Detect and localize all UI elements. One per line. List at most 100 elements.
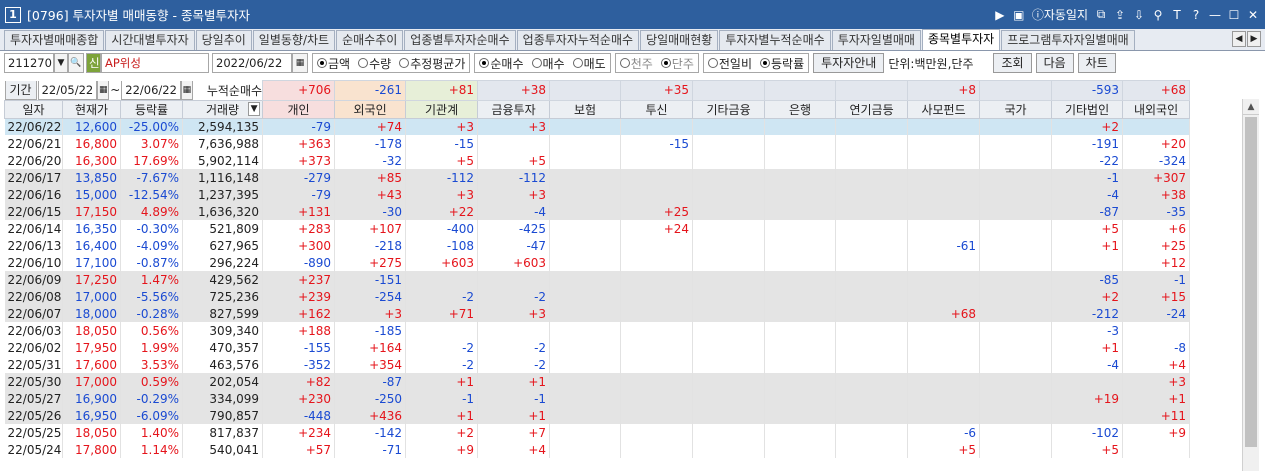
investor-info-button[interactable]: 투자자안내 [813, 53, 885, 73]
table-row[interactable]: 22/06/09 17,250 1.47% 429,562 +237 -151 -85 -1 [4, 271, 1191, 288]
table-row[interactable]: 22/05/26 16,950 -6.09% 790,857 -448 +436 +1 +1 +… [4, 407, 1191, 424]
table-row[interactable]: 22/06/14 16,350 -0.30% 521,809 +283 +107 -400-… [4, 220, 1191, 237]
period-from-input[interactable]: 22/05/22 [37, 80, 98, 100]
column-header-투신[interactable]: 투신 [620, 99, 694, 119]
tab-8[interactable]: 당일매매현황 [640, 30, 719, 50]
compare-group-option-2[interactable]: 등락률 [760, 55, 804, 72]
tab-11[interactable]: 종목별투자자 [921, 29, 1001, 50]
cell-현재가: 13,850 [62, 169, 121, 186]
table-row[interactable]: 22/05/27 16,900 -0.29% 334,099 +230 -250 -1 -1 +… [4, 390, 1191, 407]
column-header-개인[interactable]: 개인 [262, 99, 336, 119]
tab-12[interactable]: 프로그램투자자일별매매 [1001, 30, 1135, 50]
unit-group-option-2[interactable]: 수량 [358, 55, 391, 72]
table-row[interactable]: 22/05/30 17,000 0.59% 202,054 +82 -87 +1 +1 +3 [4, 373, 1191, 390]
next-button[interactable]: 다음 [1035, 53, 1074, 73]
vertical-scrollbar[interactable]: ▲ [1242, 99, 1259, 471]
column-header-국가[interactable]: 국가 [979, 99, 1053, 119]
cell-금융투자: +3 [477, 305, 551, 322]
cumulative-cell-은행 [764, 80, 837, 101]
link-icon[interactable]: ⧉ [1095, 7, 1107, 22]
upload-icon[interactable]: ⇪ [1114, 8, 1126, 22]
table-row[interactable]: 22/06/07 18,000 -0.28% 827,599 +162 +3 +71 +3 +6… [4, 305, 1191, 322]
calendar-from-icon[interactable]: ▦ [97, 80, 110, 100]
maximize-icon[interactable]: ☐ [1228, 8, 1240, 22]
download-icon[interactable]: ⇩ [1133, 8, 1145, 22]
table-row[interactable]: 22/06/16 15,000 -12.54% 1,237,395 -79 +43 +3 +3… [4, 186, 1191, 203]
cell-거래량: 463,576 [182, 356, 264, 373]
trade-group-option-3[interactable]: 매도 [572, 55, 606, 72]
stock-code-input[interactable]: 211270 [4, 53, 54, 73]
column-header-기타법인[interactable]: 기타법인 [1051, 99, 1124, 119]
column-header-거래량[interactable]: 거래량 ▼ [181, 99, 264, 119]
column-header-내외국인[interactable]: 내외국인 [1122, 99, 1191, 119]
auto-log-button[interactable]: ⓘ자동일지 [1032, 6, 1088, 23]
column-header-금융투자[interactable]: 금융투자 [477, 99, 551, 119]
unit-radio-group: 금액 수량 추정평균가 [312, 53, 471, 73]
column-header-일자[interactable]: 일자 [4, 99, 63, 119]
share-group-option-1[interactable]: 천주 [619, 55, 653, 72]
tab-next-icon[interactable]: ▶ [1247, 31, 1261, 47]
share-group-option-2[interactable]: 단주 [660, 55, 694, 72]
tab-5[interactable]: 순매수추이 [336, 30, 404, 50]
tab-10[interactable]: 투자자일별매매 [831, 30, 921, 50]
scroll-up-icon[interactable]: ▲ [1243, 99, 1259, 115]
date-input[interactable]: 2022/06/22 [212, 53, 292, 73]
compare-group-option-1[interactable]: 전일비 [707, 55, 752, 72]
calendar-icon[interactable]: ▦ [292, 53, 308, 73]
query-button[interactable]: 조회 [993, 53, 1032, 73]
font-icon[interactable]: T [1171, 8, 1183, 22]
tab-7[interactable]: 업종투자자누적순매수 [516, 30, 640, 50]
search-icon[interactable]: 🔍 [68, 53, 84, 73]
table-row[interactable]: 22/06/20 16,300 17.69% 5,902,114 +373 -32 +5 +5… [4, 152, 1191, 169]
column-header-보험[interactable]: 보험 [549, 99, 622, 119]
unit-group-option-1[interactable]: 금액 [317, 55, 350, 72]
memo-icon[interactable]: ▣ [1013, 8, 1025, 22]
column-header-기타금융[interactable]: 기타금융 [692, 99, 766, 119]
table-row[interactable]: 22/06/08 17,000 -5.56% 725,236 +239 -254 -2 -2 +… [4, 288, 1191, 305]
tab-9[interactable]: 투자자별누적순매수 [719, 30, 831, 50]
unit-group-option-3[interactable]: 추정평균가 [399, 55, 465, 72]
table-row[interactable]: 22/06/17 13,850 -7.67% 1,116,148 -279 +85 -112… [4, 169, 1191, 186]
sort-icon[interactable]: ▼ [248, 101, 261, 116]
table-row[interactable]: 22/06/02 17,950 1.99% 470,357 -155 +164 -2 -2 +1… [4, 339, 1191, 356]
minimize-icon[interactable]: — [1209, 8, 1221, 22]
column-header-현재가[interactable]: 현재가 [62, 99, 121, 119]
trade-group-option-2[interactable]: 매수 [531, 55, 565, 72]
tab-3[interactable]: 당일추이 [195, 30, 252, 50]
calendar-to-icon[interactable]: ▦ [180, 80, 193, 100]
column-header-등락률[interactable]: 등락률 [120, 99, 183, 119]
play-icon[interactable]: ▶ [994, 8, 1006, 22]
trade-group-option-1[interactable]: 순매수 [479, 55, 524, 72]
table-row[interactable]: 22/05/31 17,600 3.53% 463,576 -352 +354 -2 -2 -4… [4, 356, 1191, 373]
tab-2[interactable]: 시간대별투자자 [105, 30, 195, 50]
tab-4[interactable]: 일별동향/차트 [252, 30, 336, 50]
chevron-down-icon[interactable]: ▼ [54, 53, 68, 73]
cell-기타금융 [692, 271, 766, 288]
table-row[interactable]: 22/06/22 12,600 -25.00% 2,594,135 -79 +74 +3 +3… [4, 118, 1191, 135]
pin-icon[interactable]: ⚲ [1152, 8, 1164, 22]
chart-button[interactable]: 차트 [1077, 53, 1116, 73]
cell-투신 [620, 373, 694, 390]
tab-1[interactable]: 투자자별매매종합 [4, 30, 105, 50]
tab-prev-icon[interactable]: ◀ [1232, 31, 1246, 47]
table-row[interactable]: 22/05/25 18,050 1.40% 817,837 +234 -142 +2 +7 -6… [4, 424, 1191, 441]
column-header-연기금등[interactable]: 연기금등 [835, 99, 909, 119]
column-header-은행[interactable]: 은행 [764, 99, 837, 119]
table-row[interactable]: 22/06/10 17,100 -0.87% 296,224 -890 +275 +603 +… [4, 254, 1191, 271]
scroll-thumb[interactable] [1245, 117, 1257, 447]
column-header-기관계[interactable]: 기관계 [405, 99, 479, 119]
column-header-외국인[interactable]: 외국인 [334, 99, 407, 119]
table-row[interactable]: 22/06/15 17,150 4.89% 1,636,320 +131 -30 +22 -4… [4, 203, 1191, 220]
table-row[interactable]: 22/06/03 18,050 0.56% 309,340 +188 -185 -3 [4, 322, 1191, 339]
stock-name-field[interactable]: AP위성 [101, 53, 209, 73]
help-icon[interactable]: ? [1190, 8, 1202, 22]
column-header-사모펀드[interactable]: 사모펀드 [907, 99, 981, 119]
table-row[interactable]: 22/06/13 16,400 -4.09% 627,965 +300 -218 -108-… [4, 237, 1191, 254]
cell-거래량: 296,224 [182, 254, 264, 271]
period-to-input[interactable]: 22/06/22 [121, 80, 181, 100]
cell-등락률: -7.67% [120, 169, 183, 186]
table-row[interactable]: 22/05/24 17,800 1.14% 540,041 +57 -71 +9 +4 +5 +5 [4, 441, 1191, 458]
close-icon[interactable]: ✕ [1247, 8, 1259, 22]
table-row[interactable]: 22/06/21 16,800 3.07% 7,636,988 +363 -178 -15-… [4, 135, 1191, 152]
tab-6[interactable]: 업종별투자자순매수 [404, 30, 516, 50]
